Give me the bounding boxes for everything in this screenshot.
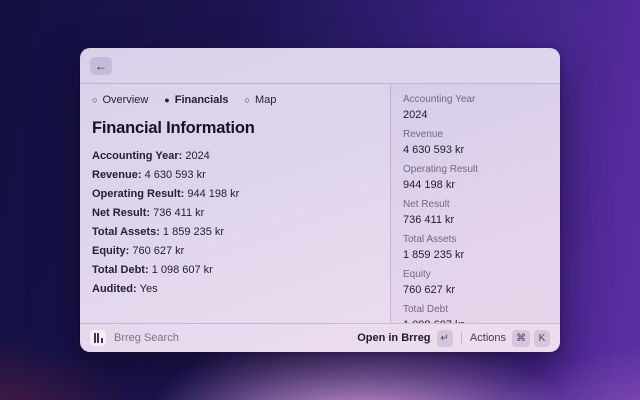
field-row: Revenue: 4 630 593 kr [92, 170, 378, 181]
action-bar: Brreg Search Open in Brreg ↵ Actions ⌘K [80, 323, 560, 352]
field-label: Equity: [92, 245, 132, 257]
field-label: Operating Result: [92, 188, 187, 200]
field-value: 4 630 593 kr [145, 169, 206, 181]
metadata-label: Total Debt [403, 304, 548, 315]
footer-divider [461, 332, 462, 344]
field-row: Net Result: 736 411 kr [92, 208, 378, 219]
back-arrow-icon: ← [95, 59, 107, 73]
field-value: 944 198 kr [187, 188, 239, 200]
detail-pane: ○ Overview ● Financials ○ Map Financial Infor… [80, 84, 390, 323]
open-in-brreg-button[interactable]: Open in Brreg [357, 332, 430, 344]
tab-label: Financials [175, 94, 229, 106]
field-row: Audited: Yes [92, 284, 378, 295]
tab-financials[interactable]: ● Financials [164, 94, 228, 106]
field-row: Total Assets: 1 859 235 kr [92, 227, 378, 238]
tab-overview[interactable]: ○ Overview [92, 94, 148, 106]
field-value: 1 859 235 kr [163, 226, 224, 238]
field-value: 2024 [185, 150, 209, 162]
radio-selected-icon: ● [164, 96, 169, 105]
metadata-label: Total Assets [403, 234, 548, 245]
tab-map[interactable]: ○ Map [245, 94, 277, 106]
metadata-label: Equity [403, 269, 548, 280]
metadata-item: Operating Result 944 198 kr [403, 164, 548, 192]
metadata-label: Accounting Year [403, 94, 548, 105]
field-row: Operating Result: 944 198 kr [92, 189, 378, 200]
tab-label: Map [255, 94, 276, 106]
window-header: ← [80, 48, 560, 84]
actions-button[interactable]: Actions [470, 332, 506, 344]
field-list: Accounting Year: 2024 Revenue: 4 630 593 … [92, 151, 378, 295]
field-row: Total Debt: 1 098 607 kr [92, 265, 378, 276]
metadata-item: Total Assets 1 859 235 kr [403, 234, 548, 262]
field-value: Yes [140, 283, 158, 295]
brreg-logo-icon [90, 330, 106, 346]
metadata-value: 1 098 607 kr [403, 319, 548, 323]
field-value: 760 627 kr [132, 245, 184, 257]
window-body: ○ Overview ● Financials ○ Map Financial Infor… [80, 84, 560, 323]
field-label: Total Debt: [92, 264, 152, 276]
command-key-icon[interactable]: ⌘ [512, 330, 530, 347]
metadata-value: 736 411 kr [403, 214, 548, 227]
field-label: Net Result: [92, 207, 153, 219]
key-k[interactable]: K [534, 330, 550, 347]
app-name: Brreg Search [114, 332, 179, 344]
page-title: Financial Information [92, 119, 378, 138]
field-label: Revenue: [92, 169, 145, 181]
radio-unselected-icon: ○ [92, 96, 97, 105]
metadata-label: Net Result [403, 199, 548, 210]
metadata-value: 760 627 kr [403, 284, 548, 297]
footer-actions: Open in Brreg ↵ Actions ⌘K [357, 330, 550, 347]
metadata-item: Net Result 736 411 kr [403, 199, 548, 227]
field-row: Equity: 760 627 kr [92, 246, 378, 257]
metadata-sidebar: Accounting Year 2024 Revenue 4 630 593 kr Op… [390, 84, 560, 323]
field-row: Accounting Year: 2024 [92, 151, 378, 162]
metadata-label: Operating Result [403, 164, 548, 175]
tab-label: Overview [102, 94, 148, 106]
field-value: 736 411 kr [153, 207, 204, 219]
actions-keys: ⌘K [512, 330, 550, 347]
back-button[interactable]: ← [90, 57, 112, 75]
tab-bar: ○ Overview ● Financials ○ Map [92, 94, 378, 106]
field-label: Total Assets: [92, 226, 163, 238]
raycast-window: ← ○ Overview ● Financials ○ Map Financial Inf… [80, 48, 560, 352]
metadata-value: 2024 [403, 109, 548, 122]
metadata-value: 4 630 593 kr [403, 144, 548, 157]
metadata-value: 944 198 kr [403, 179, 548, 192]
metadata-value: 1 859 235 kr [403, 249, 548, 262]
metadata-label: Revenue [403, 129, 548, 140]
metadata-item: Accounting Year 2024 [403, 94, 548, 122]
field-label: Audited: [92, 283, 140, 295]
metadata-item: Equity 760 627 kr [403, 269, 548, 297]
field-label: Accounting Year: [92, 150, 185, 162]
metadata-item: Total Debt 1 098 607 kr [403, 304, 548, 323]
metadata-item: Revenue 4 630 593 kr [403, 129, 548, 157]
radio-unselected-icon: ○ [245, 96, 250, 105]
field-value: 1 098 607 kr [152, 264, 213, 276]
return-key-icon[interactable]: ↵ [437, 330, 453, 347]
